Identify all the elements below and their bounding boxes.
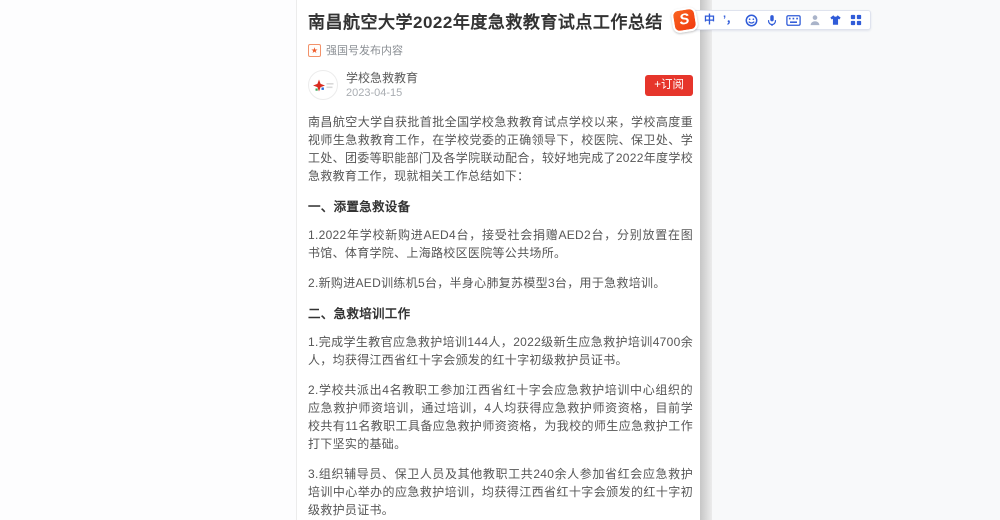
punctuation-mode-icon[interactable]: ’， <box>723 11 737 29</box>
subscribe-button[interactable]: +订阅 <box>645 75 693 96</box>
section-heading: 二、急救培训工作 <box>308 306 693 323</box>
section-heading: 一、添置急救设备 <box>308 199 693 216</box>
toolbox-icon[interactable] <box>850 14 862 26</box>
sogou-logo-icon[interactable]: S <box>670 6 698 34</box>
source-badge: ★ 强国号发布内容 <box>308 42 693 58</box>
article-body: 南昌航空大学自获批首批全国学校急救教育试点学校以来，学校高度重视师生急救教育工作… <box>308 113 693 520</box>
emoji-icon[interactable] <box>745 14 758 27</box>
author-meta: 学校急救教育 2023-04-15 <box>346 71 418 100</box>
author-row: 学校急救教育 2023-04-15 +订阅 <box>308 69 693 101</box>
user-icon[interactable] <box>809 14 821 26</box>
microphone-icon[interactable] <box>766 14 778 27</box>
author-name[interactable]: 学校急救教育 <box>346 71 418 86</box>
article-paragraph: 3.组织辅导员、保卫人员及其他教职工共240余人参加省红会应急救护培训中心举办的… <box>308 465 693 519</box>
avatar[interactable] <box>308 70 338 100</box>
scrollbar[interactable] <box>700 0 712 520</box>
article-panel: 南昌航空大学2022年度急救教育试点工作总结 ★ 强国号发布内容 学校急救教育 … <box>296 0 700 520</box>
ime-pill: 中 ’， <box>693 10 871 30</box>
publish-date: 2023-04-15 <box>346 86 418 100</box>
article-paragraph: 1.2022年学校新购进AED4台，接受社会捐赠AED2台，分别放置在图书馆、体… <box>308 226 693 262</box>
ime-toolbar: S 中 ’， <box>672 8 871 32</box>
skin-icon[interactable] <box>829 14 842 26</box>
keyboard-icon[interactable] <box>786 15 801 26</box>
article-paragraph: 2.学校共派出4名教职工参加江西省红十字会应急救护培训中心组织的应急救护师资培训… <box>308 381 693 453</box>
source-badge-label: 强国号发布内容 <box>326 42 403 58</box>
page-background-right <box>712 0 1000 520</box>
article-paragraph: 1.完成学生教官应急救护培训144人，2022级新生应急救护培训4700余人，均… <box>308 333 693 369</box>
star-badge-icon: ★ <box>308 44 321 57</box>
chinese-mode-icon[interactable]: 中 <box>704 11 715 29</box>
page: 南昌航空大学2022年度急救教育试点工作总结 ★ 强国号发布内容 学校急救教育 … <box>0 0 1000 520</box>
article-paragraph: 南昌航空大学自获批首批全国学校急救教育试点学校以来，学校高度重视师生急救教育工作… <box>308 113 693 185</box>
school-logo-icon <box>309 71 338 100</box>
article-paragraph: 2.新购进AED训练机5台，半身心肺复苏模型3台，用于急救培训。 <box>308 274 693 292</box>
page-title: 南昌航空大学2022年度急救教育试点工作总结 <box>308 11 693 34</box>
